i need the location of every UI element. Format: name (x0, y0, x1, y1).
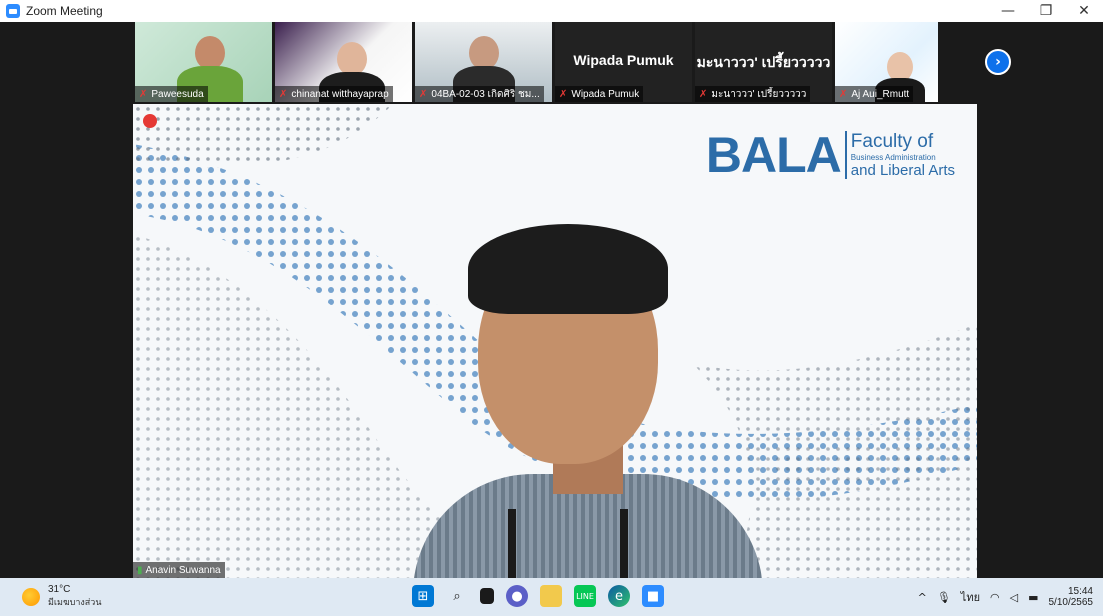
battery-icon[interactable]: ▬ (1028, 591, 1038, 604)
line-icon[interactable]: LINE (574, 585, 596, 607)
logo-line-2: Business Administration (850, 153, 936, 162)
participant-name: Wipada Pumuk (571, 88, 640, 100)
participant-tile[interactable]: ✗ Paweesuda (135, 22, 272, 102)
participant-name: มะนาววว' เปรี้ยววววว (711, 88, 807, 100)
mic-muted-icon: ✗ (279, 88, 288, 100)
bala-logo: BALA Faculty of Business Administration … (706, 126, 955, 184)
clock-date: 5/10/2565 (1048, 597, 1094, 608)
participant-name-bar: ✗ chinanat witthayaprap (275, 86, 393, 102)
participant-display-name: มะนาววว' เปรี้ยววววว (696, 54, 831, 70)
participant-video (469, 36, 499, 70)
participant-tile[interactable]: ✗ chinanat witthayaprap (275, 22, 412, 102)
logo-line-3: and Liberal Arts (850, 162, 955, 179)
taskbar: 31°C มีเมฆบางส่วน ⊞ ⌕ ● LINE e ■ ^ 🎙 ไทย… (0, 578, 1103, 616)
participant-name: Paweesuda (151, 88, 204, 100)
participant-name-bar: ✗ Wipada Pumuk (555, 86, 644, 102)
participant-display-name: Wipada Pumuk (573, 52, 674, 68)
weather-temperature: 31°C (48, 584, 71, 595)
volume-icon[interactable]: ◁ (1010, 591, 1018, 604)
windows-start-icon[interactable]: ⊞ (412, 585, 434, 607)
participant-name-bar: ✗ มะนาววว' เปรี้ยววววว (695, 86, 811, 102)
participant-name-bar: ✗ Paweesuda (135, 86, 208, 102)
chat-icon[interactable]: ● (506, 585, 528, 607)
participant-tile[interactable]: ✗ 04BA-02-03 เกิดศิริ ชม... (415, 22, 552, 102)
meeting-area: ✗ Paweesuda ✗ chinanat witthayaprap ✗ 04… (0, 22, 1103, 578)
file-explorer-icon[interactable] (540, 585, 562, 607)
participant-strip: ✗ Paweesuda ✗ chinanat witthayaprap ✗ 04… (135, 22, 938, 102)
input-language[interactable]: ไทย (961, 588, 980, 606)
main-speaker-video: BALA Faculty of Business Administration … (133, 104, 977, 578)
zoom-icon[interactable]: ■ (642, 585, 664, 607)
search-icon[interactable]: ⌕ (446, 585, 468, 607)
recording-icon (143, 114, 157, 128)
mic-muted-icon: ✗ (419, 88, 428, 100)
zoom-app-icon (6, 4, 20, 18)
wifi-icon[interactable]: ◠ (990, 591, 1000, 604)
participant-name: Aj Aui_Rmutt (851, 88, 910, 100)
participant-video (337, 42, 367, 76)
speaker-name-bar: ▮ Anavin Suwanna (133, 562, 225, 578)
logo-acronym: BALA (705, 127, 842, 183)
taskbar-apps: ⊞ ⌕ ● LINE e ■ (412, 585, 664, 607)
restore-button[interactable]: ❐ (1027, 0, 1065, 22)
close-button[interactable]: ✕ (1065, 0, 1103, 22)
edge-icon[interactable]: e (608, 585, 630, 607)
system-tray: ^ 🎙 ไทย ◠ ◁ ▬ 15:44 5/10/2565 (918, 582, 1093, 612)
clock[interactable]: 15:44 5/10/2565 (1049, 586, 1094, 608)
participant-tile[interactable]: Wipada Pumuk ✗ Wipada Pumuk (555, 22, 692, 102)
participant-name-bar: ✗ Aj Aui_Rmutt (835, 86, 914, 102)
mic-muted-icon: ✗ (699, 88, 708, 100)
window-title: Zoom Meeting (26, 4, 103, 18)
clock-time: 15:44 (1067, 586, 1093, 597)
microphone-icon[interactable]: 🎙 (937, 591, 951, 604)
weather-description: มีเมฆบางส่วน (48, 597, 102, 607)
mic-muted-icon: ✗ (559, 88, 568, 100)
participant-tile[interactable]: มะนาววว' เปรี้ยววววว ✗ มะนาววว' เปรี้ยวว… (695, 22, 832, 102)
partly-cloudy-icon (22, 587, 40, 606)
title-bar: Zoom Meeting — ❐ ✕ (0, 0, 1103, 22)
weather-widget[interactable]: 31°C มีเมฆบางส่วน (22, 584, 101, 609)
chevron-right-icon[interactable]: › (985, 49, 1011, 75)
chevron-up-icon[interactable]: ^ (918, 591, 927, 604)
speaker-name: Anavin Suwanna (145, 564, 221, 576)
mic-muted-icon: ✗ (139, 88, 148, 100)
participant-name: 04BA-02-03 เกิดศิริ ชม... (431, 88, 540, 100)
logo-line-1: Faculty of (850, 131, 934, 152)
task-view-icon[interactable] (480, 588, 494, 604)
window-controls: — ❐ ✕ (989, 0, 1103, 22)
participant-video (195, 36, 225, 70)
participant-tile[interactable]: ✗ Aj Aui_Rmutt (835, 22, 938, 102)
participant-name: chinanat witthayaprap (291, 88, 389, 100)
minimize-button[interactable]: — (989, 0, 1027, 22)
participant-name-bar: ✗ 04BA-02-03 เกิดศิริ ชม... (415, 86, 544, 102)
mic-muted-icon: ✗ (839, 88, 848, 100)
audio-level-icon: ▮ (137, 564, 143, 576)
